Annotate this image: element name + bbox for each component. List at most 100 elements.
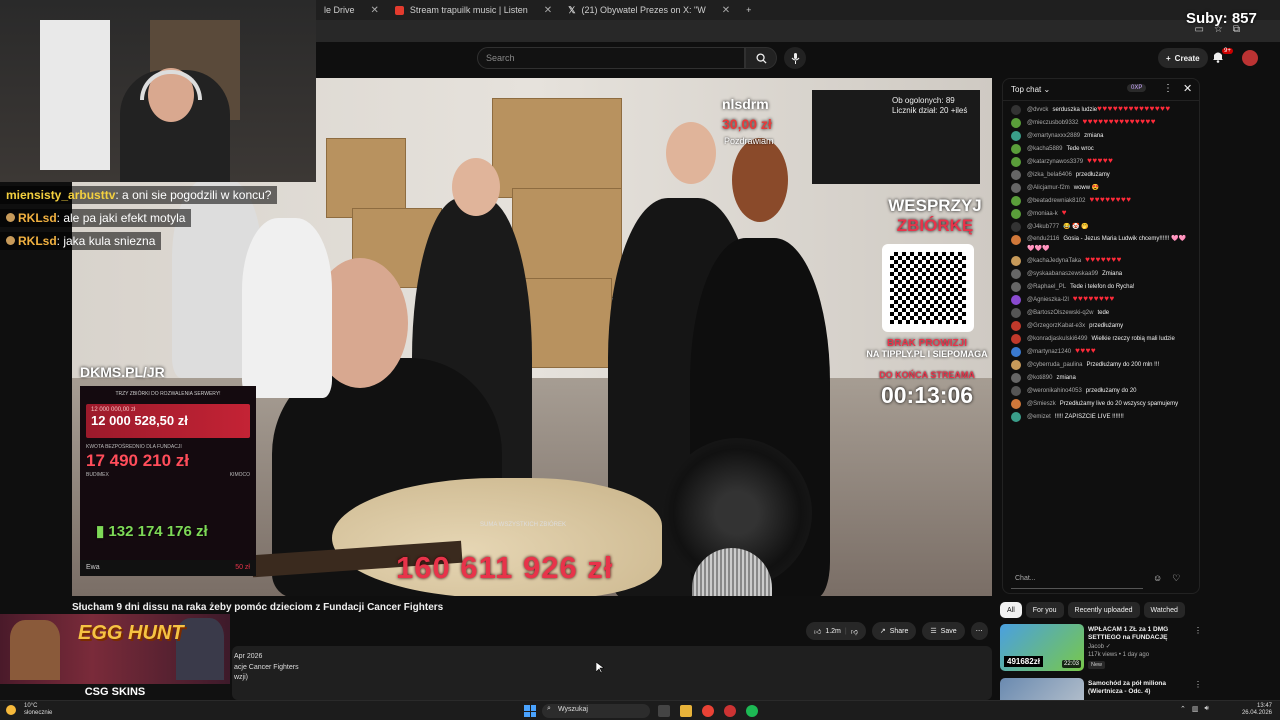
network-icon[interactable]: ▥: [1192, 705, 1199, 713]
chat-avatar[interactable]: [1011, 347, 1021, 357]
chat-username[interactable]: @emizet: [1027, 414, 1051, 420]
chat-username[interactable]: @BartoszOlszewski-q2w: [1027, 310, 1093, 316]
chat-avatar[interactable]: [1011, 222, 1021, 232]
chip-for-you[interactable]: For you: [1025, 602, 1064, 618]
chat-username[interactable]: @kachaJedynaTaka: [1027, 258, 1081, 264]
account-avatar[interactable]: [1242, 50, 1258, 66]
chat-avatar[interactable]: [1011, 308, 1021, 318]
chat-avatar[interactable]: [1011, 412, 1021, 422]
chat-message[interactable]: @syskaabanaszewskaa99 Zmiana: [1011, 269, 1193, 279]
chat-username[interactable]: @kacha5889: [1027, 146, 1062, 152]
chat-avatar[interactable]: [1011, 373, 1021, 383]
chat-username[interactable]: @Smieszk: [1027, 401, 1056, 407]
like-button[interactable]: 👍︎ 1.2m | 👎︎: [806, 622, 866, 640]
chat-message[interactable]: @dvvck serduszka ludzie♥♥♥♥♥♥♥♥♥♥♥♥♥♥: [1011, 104, 1193, 115]
new-tab-button[interactable]: +: [738, 0, 759, 20]
chat-message[interactable]: @koti890 zmiana: [1011, 373, 1193, 383]
chip-watched[interactable]: Watched: [1143, 602, 1185, 618]
chat-message[interactable]: @Agnieszka-l2l ♥♥♥♥♥♥♥♥: [1011, 294, 1193, 305]
create-button[interactable]: + Create: [1158, 48, 1208, 68]
more-actions-button[interactable]: ⋯: [970, 622, 988, 640]
chat-input[interactable]: Chat...: [1011, 571, 1143, 589]
windows-start-icon[interactable]: [524, 705, 536, 717]
chat-avatar[interactable]: [1011, 170, 1021, 180]
spotify-icon[interactable]: [746, 705, 758, 717]
chat-message[interactable]: @izka_bela6406 przedłużamy: [1011, 170, 1193, 180]
close-icon[interactable]: ✕: [544, 5, 552, 16]
chat-avatar[interactable]: [1011, 295, 1021, 305]
chat-avatar[interactable]: [1011, 321, 1021, 331]
chat-message[interactable]: @Alicjamur-f2m woww 😍: [1011, 183, 1193, 193]
more-dots-icon[interactable]: ⋮: [1194, 680, 1200, 689]
chat-avatar[interactable]: [1011, 183, 1021, 193]
app-icon[interactable]: [724, 705, 736, 717]
taskbar-clock[interactable]: 13:47 26.04.2026: [1240, 703, 1272, 717]
search-input[interactable]: Search: [477, 47, 745, 69]
chat-avatar[interactable]: [1011, 131, 1021, 141]
chat-message[interactable]: @katarzynawos3379 ♥♥♥♥♥: [1011, 156, 1193, 167]
voice-search-button[interactable]: [784, 47, 806, 69]
chat-message[interactable]: @Smieszk Przedłużamy live do 20 wszyscy s…: [1011, 399, 1193, 409]
chat-username[interactable]: @katarzynawos3379: [1027, 159, 1083, 165]
emoji-icon[interactable]: ☺: [1153, 573, 1162, 584]
heart-icon[interactable]: ♡: [1172, 573, 1180, 584]
chat-message[interactable]: @kachaJedynaTaka ♥♥♥♥♥♥♥: [1011, 255, 1193, 266]
chat-message[interactable]: @J4kub777 😂 🤡 🤭: [1011, 222, 1193, 232]
chat-username[interactable]: @Agnieszka-l2l: [1027, 297, 1069, 303]
chip-all[interactable]: All: [1000, 602, 1022, 618]
close-icon[interactable]: ✕: [371, 5, 379, 16]
save-button[interactable]: ☰ Save: [922, 622, 965, 640]
chat-avatar[interactable]: [1011, 196, 1021, 206]
more-dots-icon[interactable]: ⋮: [1194, 626, 1202, 635]
chat-avatar[interactable]: [1011, 386, 1021, 396]
search-button[interactable]: [745, 47, 777, 69]
chat-username[interactable]: @J4kub777: [1027, 224, 1059, 230]
share-button[interactable]: ↗ Share: [871, 622, 917, 640]
chat-avatar[interactable]: [1011, 235, 1021, 245]
recommended-video[interactable]: Samochód za pół miliona (Wiertnicza - Od…: [1000, 678, 1200, 700]
close-icon[interactable]: ✕: [722, 5, 730, 16]
browser-tab-stream[interactable]: Stream trapuilk music | Listen ✕: [387, 0, 560, 20]
chat-mode-dropdown[interactable]: Top chat ⌄: [1011, 85, 1050, 94]
chat-username[interactable]: @Alicjamur-f2m: [1027, 185, 1070, 191]
chat-avatar[interactable]: [1011, 282, 1021, 292]
chat-avatar[interactable]: [1011, 118, 1021, 128]
chat-menu-icon[interactable]: ⋮: [1163, 83, 1173, 94]
chat-message[interactable]: @mieczusbob9332 ♥♥♥♥♥♥♥♥♥♥♥♥♥♥: [1011, 117, 1193, 128]
chat-username[interactable]: @GrzegorzKabat-e3x: [1027, 323, 1085, 329]
chat-message[interactable]: @moniaa-k ♥: [1011, 208, 1193, 219]
chat-avatar[interactable]: [1011, 360, 1021, 370]
xp-badge[interactable]: 0XP: [1127, 84, 1147, 92]
chat-message[interactable]: @kacha5889 Tede wroc: [1011, 144, 1193, 154]
close-icon[interactable]: ✕: [1183, 82, 1192, 95]
volume-icon[interactable]: 🔊︎: [1205, 705, 1209, 713]
chat-username[interactable]: @xmartynaxxx2889: [1027, 133, 1080, 139]
chat-username[interactable]: @konradjaskulski6499: [1027, 336, 1087, 342]
chat-avatar[interactable]: [1011, 144, 1021, 154]
chat-message[interactable]: @konradjaskulski6499 Wielkie rzeczy robią…: [1011, 334, 1193, 344]
chat-message-list[interactable]: @dvvck serduszka ludzie♥♥♥♥♥♥♥♥♥♥♥♥♥♥ @mie…: [1003, 101, 1199, 422]
chat-username[interactable]: @mieczusbob9332: [1027, 120, 1078, 126]
chat-message[interactable]: @GrzegorzKabat-e3x przedłużamy: [1011, 321, 1193, 331]
taskbar-search[interactable]: ⌕ Wyszukaj: [542, 704, 650, 718]
recommended-video[interactable]: 491682zł 22:03 WPŁACAM 1 ZŁ za 1 DMG SET…: [1000, 624, 1202, 674]
file-explorer-icon[interactable]: [680, 705, 692, 717]
chat-message[interactable]: @emizet!!!!! ZAPISZCIE LIVE !!!!!!!: [1011, 412, 1193, 422]
chevron-up-icon[interactable]: ⌃: [1180, 705, 1186, 713]
chat-message[interactable]: @Raphael_PL Tede i telefon do Rycha!: [1011, 282, 1193, 292]
chat-username[interactable]: @moniaa-k: [1027, 211, 1058, 217]
chat-avatar[interactable]: [1011, 256, 1021, 266]
chrome-icon[interactable]: [702, 705, 714, 717]
chat-avatar[interactable]: [1011, 209, 1021, 219]
chat-username[interactable]: @cyberruda_paulina: [1027, 362, 1082, 368]
thumbs-down-icon[interactable]: 👎︎: [851, 627, 858, 636]
browser-tab-x[interactable]: 𝕏 (21) Obywatel Prezes on X: "W ✕: [560, 0, 738, 20]
chat-message[interactable]: @beatadrewniak8102 ♥♥♥♥♥♥♥♥: [1011, 195, 1193, 206]
chat-avatar[interactable]: [1011, 399, 1021, 409]
chat-message[interactable]: @xmartynaxxx2889 zmiana: [1011, 131, 1193, 141]
chat-message[interactable]: @martynaz1240 ♥♥♥♥: [1011, 346, 1193, 357]
chat-avatar[interactable]: [1011, 105, 1021, 115]
chat-username[interactable]: @koti890: [1027, 375, 1052, 381]
task-view-icon[interactable]: [658, 705, 670, 717]
chat-username[interactable]: @martynaz1240: [1027, 349, 1071, 355]
